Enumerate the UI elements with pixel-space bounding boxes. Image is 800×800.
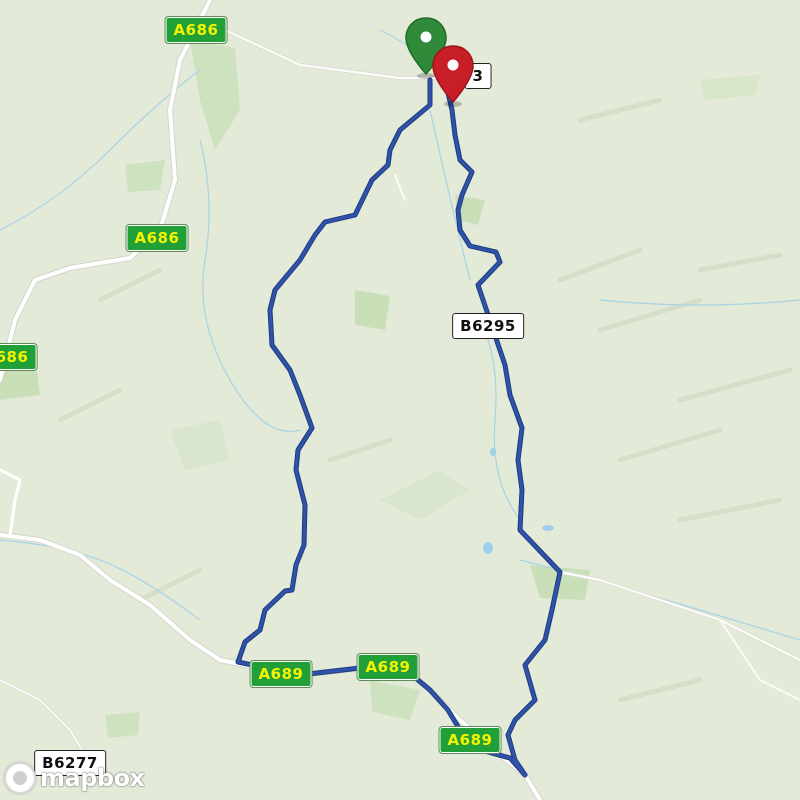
mapbox-logo-text: mapbox [40,764,145,792]
mapbox-logo[interactable]: mapbox [4,762,145,794]
road-label-a689-east: A689 [439,727,501,753]
map-pin-icon [432,45,474,107]
map-canvas[interactable] [0,0,800,800]
map-view[interactable]: A686 A686 686 3 B6295 A689 A689 A689 B62… [0,0,800,800]
road-label-a686-middle: A686 [126,225,188,251]
end-marker[interactable] [430,44,476,108]
road-label-a689-middle: A689 [357,654,419,680]
road-label-a686-west: 686 [0,344,37,370]
mapbox-logo-icon [4,762,36,794]
road-label-b6295: B6295 [452,313,524,339]
road-label-a686-north: A686 [165,17,227,43]
road-label-a689-west: A689 [250,661,312,687]
